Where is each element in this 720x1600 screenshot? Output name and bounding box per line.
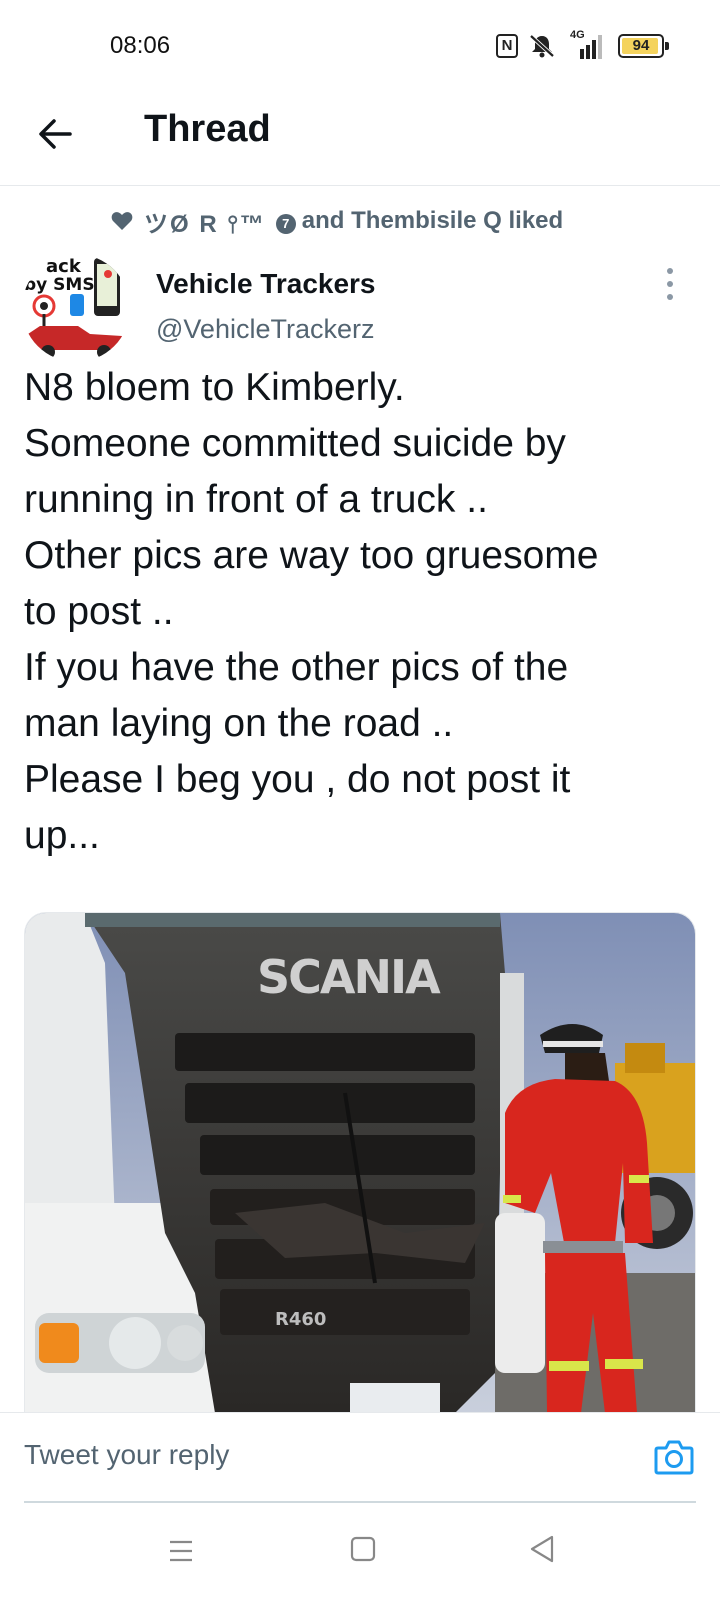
battery-level: 94 [632, 37, 650, 54]
truck-model-text: R460 [275, 1309, 326, 1330]
network-type: 4G [570, 29, 585, 41]
liker-name: ツØ R ⫯™ [144, 210, 266, 238]
tweet-line: Someone committed suicide by [24, 422, 566, 465]
tweet-line: up... [24, 814, 100, 857]
battery-icon: 94 [618, 34, 669, 58]
tweet-line: If you have the other pics of the [24, 646, 569, 689]
thread-header: Thread [0, 92, 720, 186]
social-suffix: and Thembisile Q liked [301, 207, 564, 234]
tweet-text: N8 bloem to Kimberly. Someone committed … [24, 360, 694, 864]
status-icons: N 4G 94 [496, 29, 669, 60]
camera-icon[interactable] [652, 1435, 696, 1479]
recent-apps-icon[interactable] [168, 1538, 194, 1564]
more-options-icon[interactable] [662, 268, 678, 300]
avatar-text-2: by SMS [24, 275, 95, 295]
tweet-line: Other pics are way too gruesome [24, 534, 599, 577]
signal-icon: 4G [566, 29, 608, 59]
truck-brand-text: SCANIA [257, 950, 441, 1004]
reply-underline [24, 1501, 696, 1503]
tweet-line: man laying on the road .. [24, 702, 454, 745]
tweet-line: N8 bloem to Kimberly. [24, 366, 405, 409]
author-name[interactable]: Vehicle Trackers [156, 268, 376, 300]
avatar-text-1: ack [46, 256, 82, 277]
back-triangle-icon[interactable] [528, 1534, 556, 1564]
page-title: Thread [144, 108, 271, 150]
liker-badge: 7 [275, 214, 296, 234]
reply-input[interactable]: Tweet your reply [24, 1439, 229, 1471]
social-context[interactable]: ツØ R ⫯™ 7 and Thembisile Q liked [110, 204, 563, 238]
back-arrow-icon[interactable] [34, 112, 78, 156]
reply-bar: Tweet your reply [0, 1412, 720, 1512]
tweet-line: Please I beg you , do not post it [24, 758, 571, 801]
status-time: 08:06 [110, 32, 171, 59]
heart-icon [111, 212, 133, 230]
mute-icon [529, 34, 555, 58]
tweet-media-image[interactable]: SCANIA R460 [24, 912, 696, 1412]
tweet-line: to post .. [24, 590, 174, 633]
avatar[interactable]: ack by SMS [22, 254, 130, 362]
home-icon[interactable] [350, 1536, 376, 1562]
author-handle[interactable]: @VehicleTrackerz [156, 314, 374, 345]
tweet-line: running in front of a truck .. [24, 478, 488, 521]
nfc-icon: N [496, 34, 518, 58]
status-bar: 08:06 N 4G 94 [0, 0, 720, 92]
system-nav-bar [0, 1512, 720, 1600]
